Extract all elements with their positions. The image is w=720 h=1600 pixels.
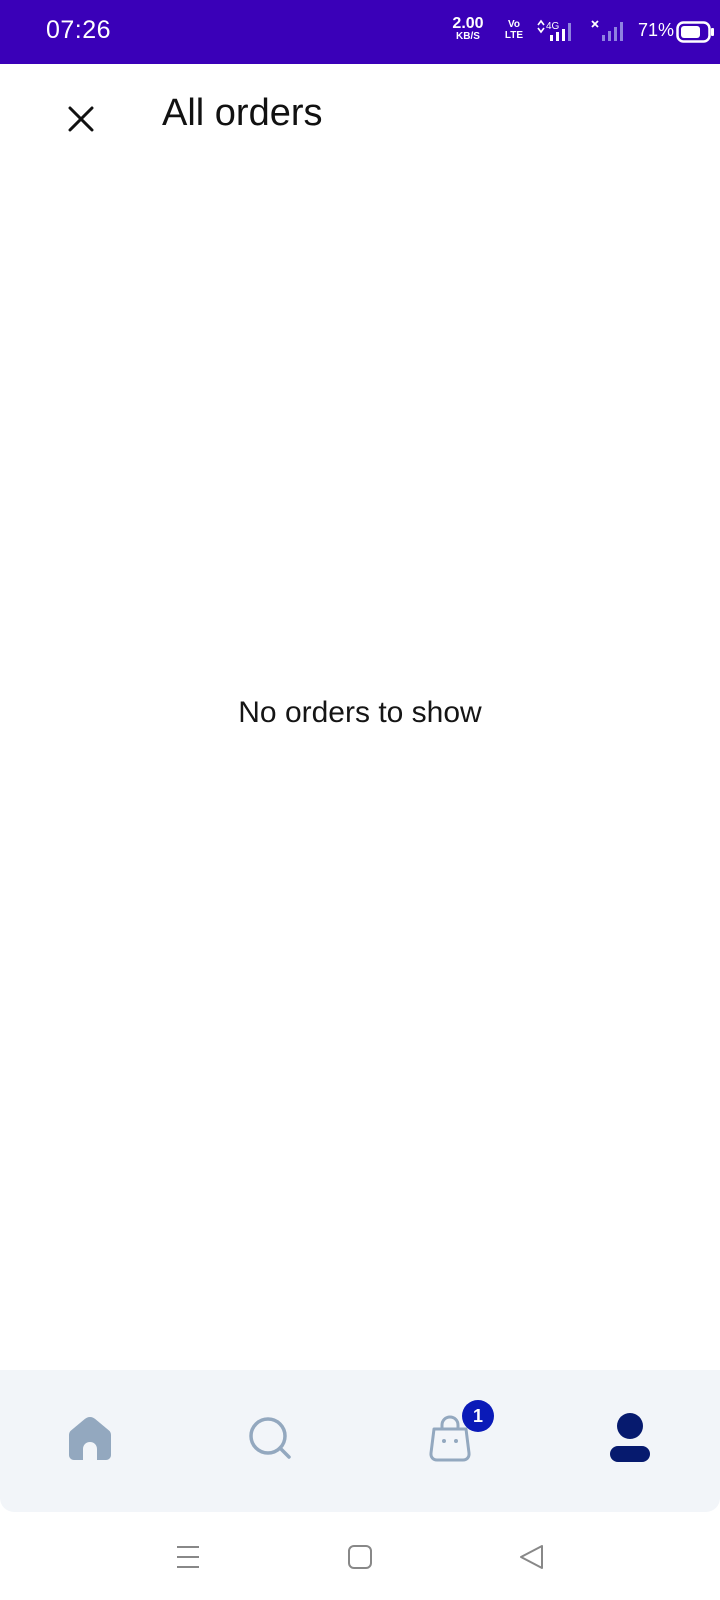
menu-icon [177,1546,199,1568]
square-home-icon [348,1545,372,1569]
header: All orders [0,64,720,174]
back-triangle-icon [520,1545,543,1569]
volte-bottom: LTE [504,30,524,41]
search-icon [249,1417,291,1459]
signal-no-service-icon [591,20,623,41]
nav-profile-button[interactable] [598,1406,662,1470]
network-speed: 2.00 KB/S [448,15,488,43]
close-button[interactable] [58,96,104,142]
status-time: 07:26 [46,16,112,44]
volte-icon: Vo LTE [500,19,528,41]
system-home-button[interactable] [335,1532,385,1582]
battery-icon [676,21,714,43]
bottom-navigation: 1 [0,1370,720,1512]
network-speed-value: 2.00 [452,15,484,32]
nav-search-button[interactable] [238,1406,302,1470]
status-icons: 2.00 KB/S Vo LTE 4G 71% [420,0,720,64]
home-icon [69,1417,111,1460]
system-navigation-bar [0,1512,720,1600]
empty-state-message: No orders to show [238,696,482,729]
screen: 07:26 2.00 KB/S Vo LTE 4G 71% All orders… [0,0,720,1600]
user-icon [610,1413,650,1462]
cart-count-badge: 1 [462,1400,494,1432]
network-type-label: 4G [546,21,560,32]
battery-percent: 71% [638,20,675,40]
close-icon [68,106,94,132]
system-back-button[interactable] [507,1532,557,1582]
system-recents-button[interactable] [163,1532,213,1582]
page-title: All orders [162,92,323,134]
status-bar: 07:26 2.00 KB/S Vo LTE 4G 71% [0,0,720,64]
volte-top: Vo [507,19,521,30]
signal-4g-icon: 4G [537,19,571,41]
nav-home-button[interactable] [58,1406,122,1470]
